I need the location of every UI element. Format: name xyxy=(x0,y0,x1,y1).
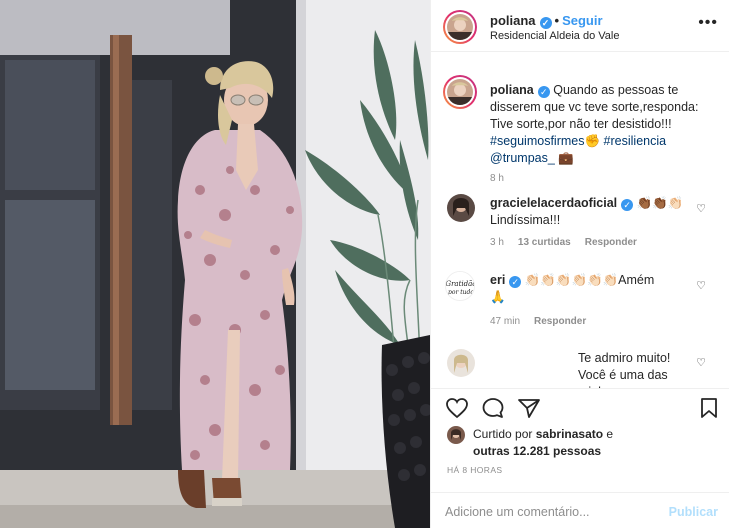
comment-body: Amém xyxy=(618,273,655,287)
clap-emoji-icon: 👏🏾👏🏾👏🏻 xyxy=(636,196,684,210)
comment-meta: 47 min Responder xyxy=(490,316,600,327)
mention-link[interactable]: @trumpas_ xyxy=(490,151,555,165)
post-header: poliana ✓ • Seguir Residencial Aldeia do Va… xyxy=(431,0,729,52)
post-timestamp[interactable]: HÁ 8 HORAS xyxy=(447,465,503,475)
comment-text: eri ✓ 👏🏻👏🏻👏🏻👏🏻👏🏻👏🏻Amém 🙏 xyxy=(490,272,715,306)
avatar xyxy=(447,14,473,40)
fist-emoji-icon: ✊ xyxy=(584,134,601,148)
heart-icon[interactable] xyxy=(445,397,469,419)
likes-connector: e xyxy=(606,427,614,441)
publish-button[interactable]: Publicar xyxy=(669,505,718,519)
avatar[interactable]: Gratidão por tudo xyxy=(445,271,475,301)
comment-username[interactable]: eri xyxy=(490,273,505,287)
caption-time[interactable]: 8 h xyxy=(490,173,504,184)
svg-text:por tudo: por tudo xyxy=(448,289,474,296)
comment-like-icon[interactable]: ♡ xyxy=(696,356,706,369)
comment-icon[interactable] xyxy=(481,397,505,419)
post-author: poliana ✓ • Seguir xyxy=(490,13,603,29)
post-side-panel: poliana ✓ • Seguir Residencial Aldeia do Va… xyxy=(430,0,729,528)
caption-meta: 8 h xyxy=(490,173,518,184)
comment-body: Te admiro muito! Você é uma das minhas xyxy=(578,351,671,388)
comment-username[interactable]: gracielelacerdaoficial xyxy=(490,196,617,210)
comment-likes-count[interactable]: 13 curtidas xyxy=(518,237,571,248)
hashtag-link[interactable]: #resiliencia xyxy=(604,134,667,148)
liker-username[interactable]: sabrinasato xyxy=(536,427,603,441)
comment-time[interactable]: 47 min xyxy=(490,316,520,327)
comment-time[interactable]: 3 h xyxy=(490,237,504,248)
author-username[interactable]: poliana xyxy=(490,13,536,28)
briefcase-emoji-icon: 💼 xyxy=(558,151,574,165)
caption-username[interactable]: poliana xyxy=(490,83,534,97)
caption-text: poliana ✓ Quando as pessoas te disserem q… xyxy=(490,82,715,167)
more-options-icon[interactable]: ••• xyxy=(698,14,718,32)
avatar[interactable] xyxy=(447,349,475,377)
post-location[interactable]: Residencial Aldeia do Vale xyxy=(490,30,619,42)
post-photo[interactable] xyxy=(0,0,430,528)
avatar-story-ring[interactable] xyxy=(443,10,477,44)
likes-prefix: Curtido por xyxy=(473,427,533,441)
verified-badge-icon: ✓ xyxy=(509,276,522,288)
others-likes-count[interactable]: outras 12.281 pessoas xyxy=(473,444,601,458)
follow-button[interactable]: Seguir xyxy=(562,13,602,28)
verified-badge-icon: ✓ xyxy=(539,17,552,29)
add-comment-bar: Adicione um comentário... Publicar xyxy=(431,492,729,528)
comment-input[interactable]: Adicione um comentário... xyxy=(445,505,590,519)
avatar xyxy=(447,79,473,105)
avatar[interactable] xyxy=(447,426,465,444)
comment-text: gracielelacerdaoficial ✓ 👏🏾👏🏾👏🏻 Lindíssim… xyxy=(490,195,715,229)
avatar[interactable] xyxy=(447,194,475,222)
comment-body: Lindíssima!!! xyxy=(490,213,561,227)
comments-list[interactable]: poliana ✓ Quando as pessoas te disserem q… xyxy=(431,52,729,388)
comment-meta: 3 h 13 curtidas Responder xyxy=(490,237,651,248)
reply-button[interactable]: Responder xyxy=(534,316,586,327)
caption-avatar-ring[interactable] xyxy=(443,75,477,109)
comment-like-icon[interactable]: ♡ xyxy=(696,279,706,292)
share-icon[interactable] xyxy=(517,397,541,419)
comment-like-icon[interactable]: ♡ xyxy=(696,202,706,215)
comment-text: Te admiro muito! Você é uma das minhas xyxy=(490,350,700,388)
verified-badge-icon: ✓ xyxy=(621,199,634,211)
reply-button[interactable]: Responder xyxy=(585,237,637,248)
verified-badge-icon: ✓ xyxy=(537,86,550,98)
svg-text:Gratidão: Gratidão xyxy=(446,280,475,288)
post-image xyxy=(0,0,430,528)
hashtag-link[interactable]: #seguimosfirmes xyxy=(490,134,584,148)
pray-emoji-icon: 🙏 xyxy=(490,290,506,304)
clap-emoji-icon: 👏🏻👏🏻👏🏻👏🏻👏🏻👏🏻 xyxy=(524,273,619,287)
likes-text: Curtido por sabrinasato e outras 12.281 … xyxy=(473,426,613,460)
post-actions xyxy=(431,388,729,428)
separator-dot: • xyxy=(554,13,560,28)
bookmark-icon[interactable] xyxy=(699,397,719,419)
